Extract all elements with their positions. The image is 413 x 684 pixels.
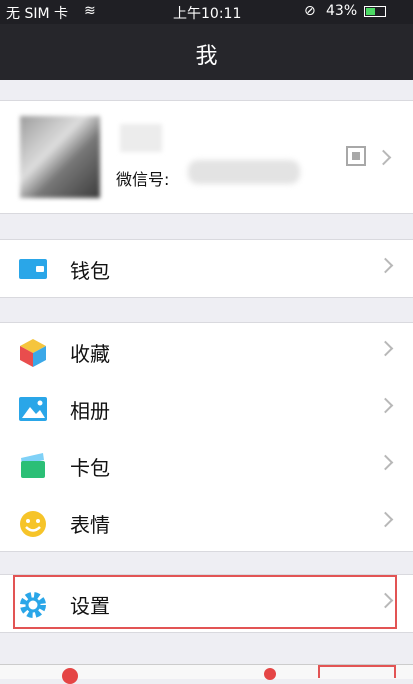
notification-dot-icon xyxy=(264,668,276,680)
nickname-blurred xyxy=(120,124,162,152)
chevron-right-icon xyxy=(377,511,394,528)
settings-highlight-box xyxy=(13,575,397,629)
menu-item-album[interactable]: 相册 xyxy=(0,380,413,437)
card-pack-icon xyxy=(18,452,48,480)
smiley-icon xyxy=(18,509,48,537)
chevron-right-icon xyxy=(377,257,394,274)
chevron-right-icon xyxy=(377,397,394,414)
menu-label: 卡包 xyxy=(70,456,110,480)
menu-label: 表情 xyxy=(70,513,110,537)
favorites-cube-icon xyxy=(18,338,48,367)
rotation-lock-icon: ⊘ xyxy=(304,3,316,19)
battery-icon xyxy=(364,6,386,17)
wallet-section: 钱包 xyxy=(0,239,413,298)
time-text: 上午10:11 xyxy=(173,6,242,22)
wechat-id-blurred xyxy=(188,160,300,184)
wifi-icon: ≋ xyxy=(84,3,96,19)
menu-item-favorites[interactable]: 收藏 xyxy=(0,323,413,380)
menu-item-wallet[interactable]: 钱包 xyxy=(0,240,413,297)
nav-bar: 我 xyxy=(0,24,413,80)
wallet-icon xyxy=(18,255,48,283)
unread-badge-icon xyxy=(62,668,78,684)
page-title: 我 xyxy=(195,44,218,69)
chevron-right-icon xyxy=(377,454,394,471)
menu-label: 收藏 xyxy=(70,342,110,366)
menu-item-cards[interactable]: 卡包 xyxy=(0,437,413,494)
qr-code-icon[interactable] xyxy=(346,146,366,166)
carrier-text: 无 SIM 卡 xyxy=(6,6,68,22)
tab-me-highlight-box xyxy=(318,665,396,678)
status-bar: 无 SIM 卡 ≋ 上午10:11 ⊘ 43% xyxy=(0,0,413,24)
menu-label: 钱包 xyxy=(70,259,110,283)
menu-label: 相册 xyxy=(70,399,110,423)
album-photo-icon xyxy=(18,395,48,423)
wechat-id-label: 微信号: xyxy=(116,170,170,189)
features-section: 收藏 相册 卡包 表情 xyxy=(0,322,413,552)
chevron-right-icon xyxy=(377,340,394,357)
menu-item-stickers[interactable]: 表情 xyxy=(0,494,413,551)
battery-percent: 43% xyxy=(326,3,358,19)
avatar xyxy=(20,116,100,198)
